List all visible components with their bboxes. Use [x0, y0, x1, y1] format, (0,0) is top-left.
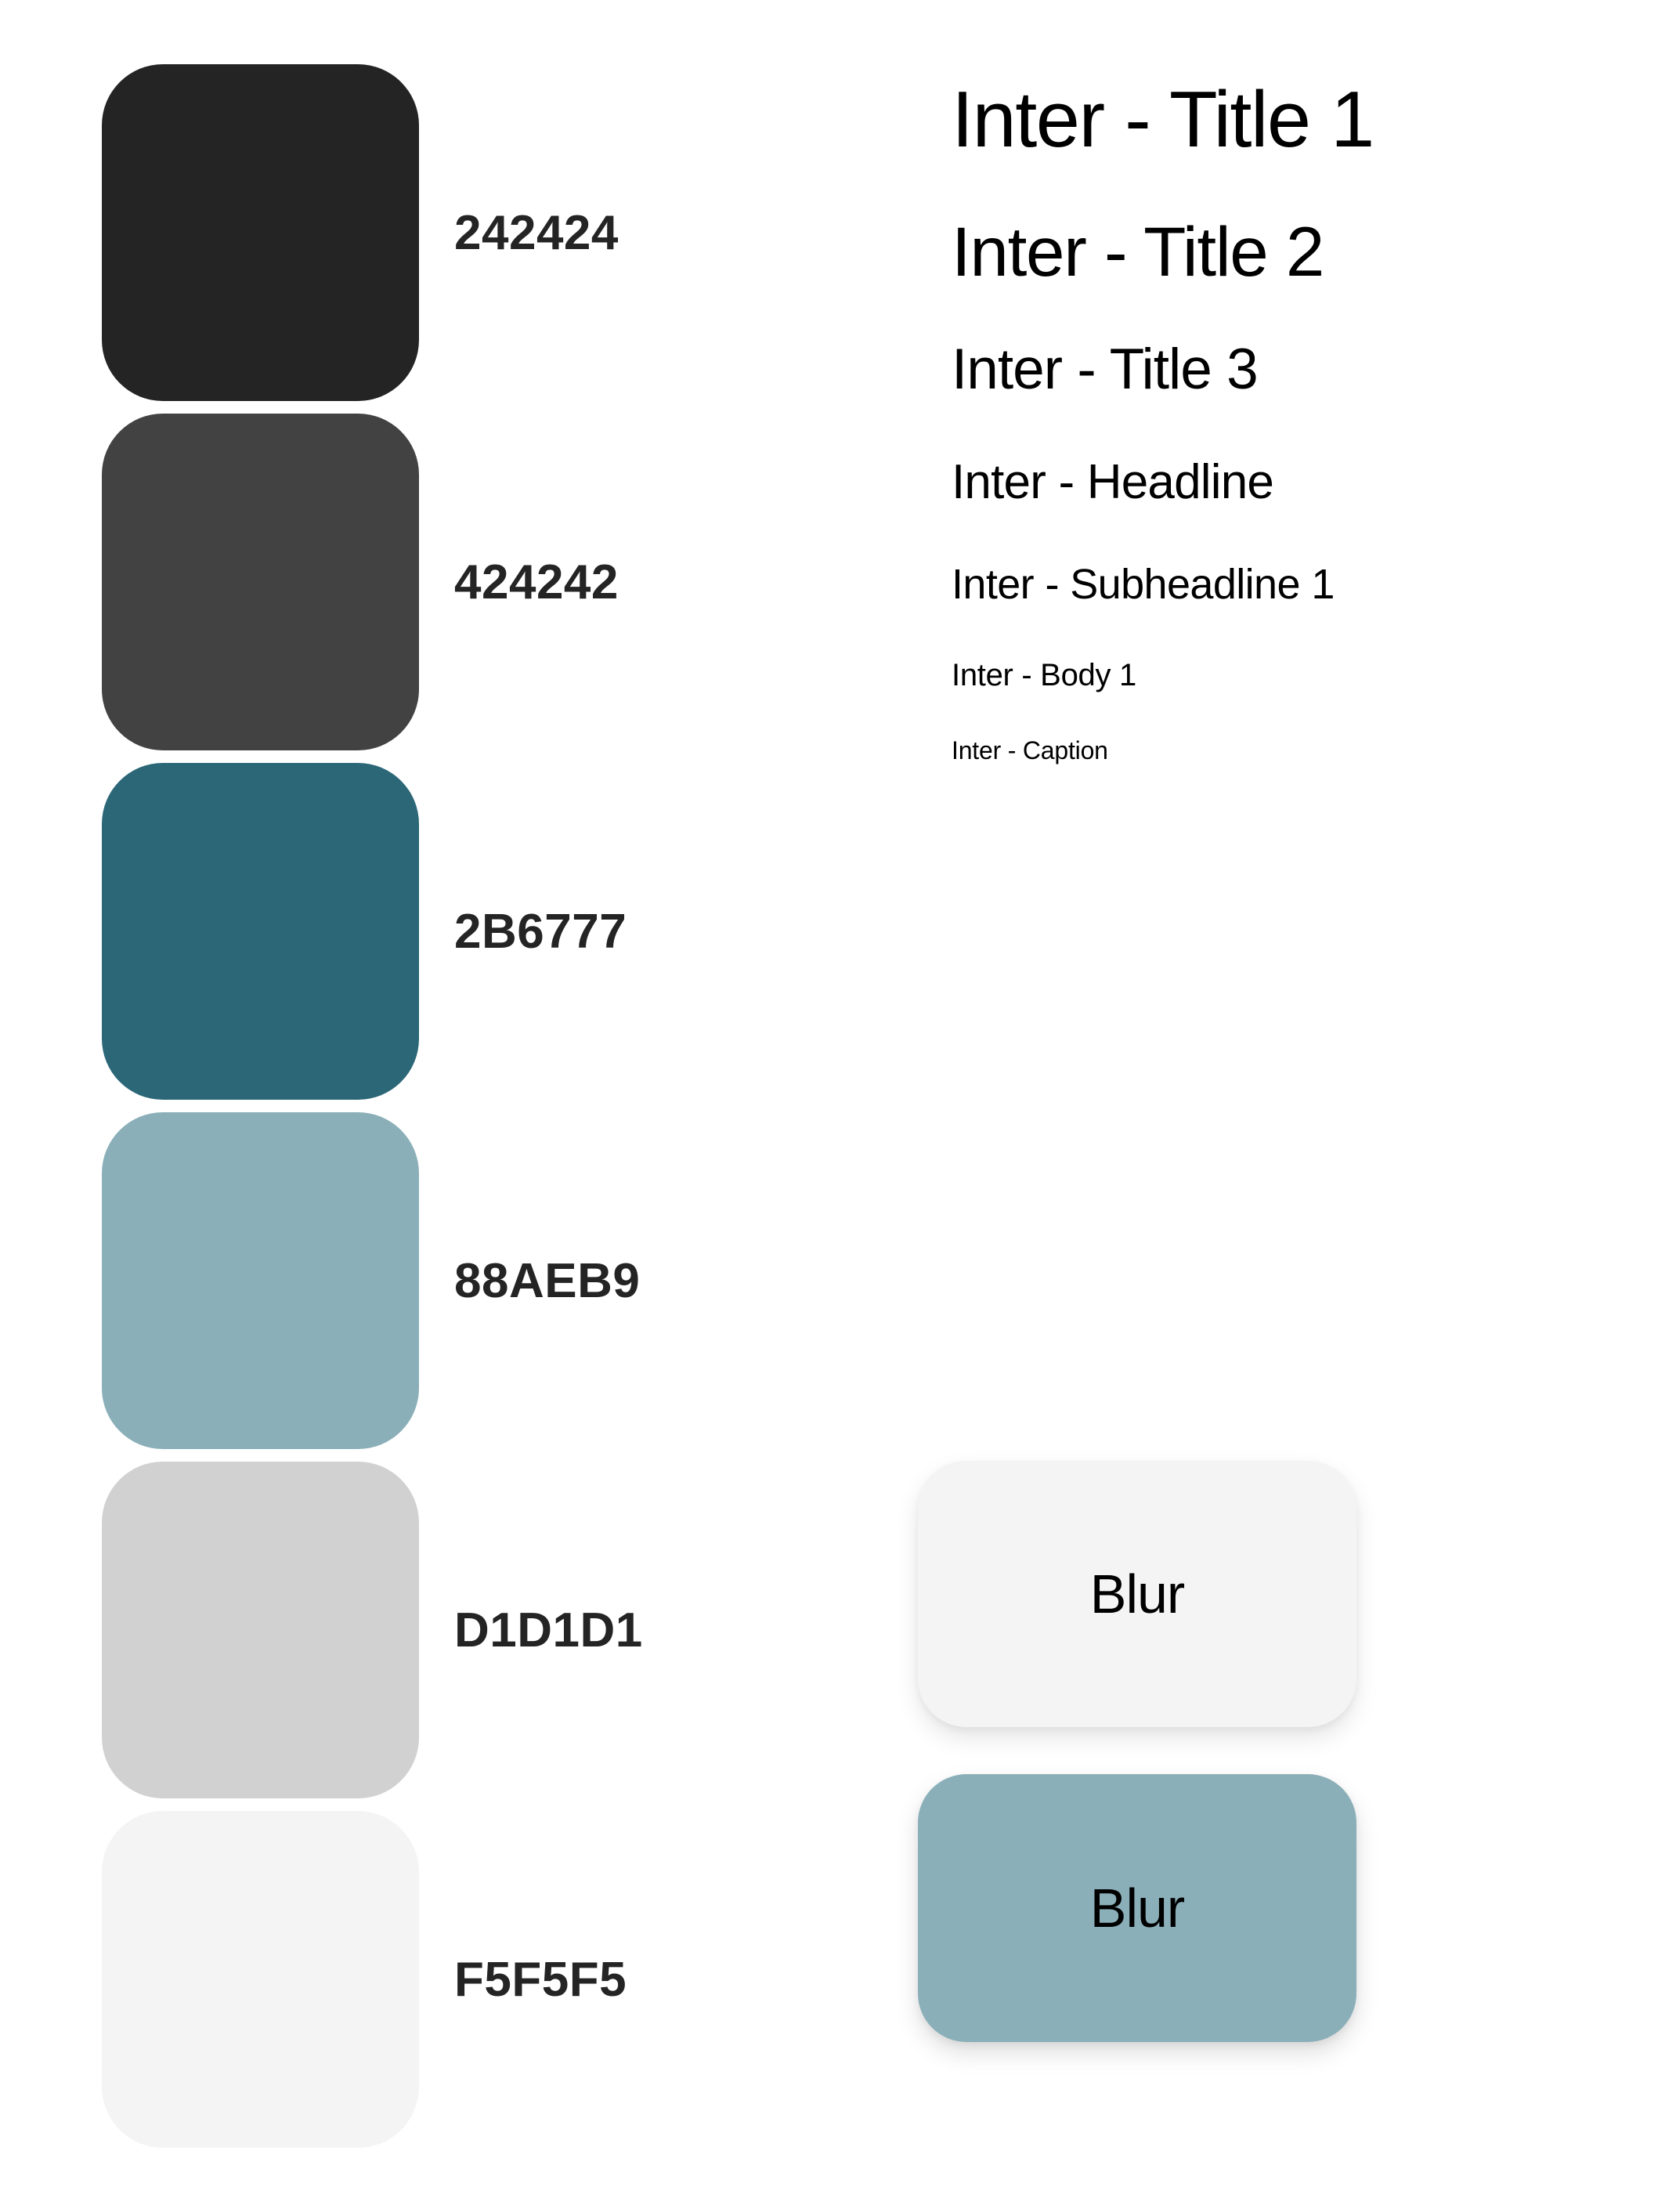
color-hex-label: 424242: [454, 555, 619, 609]
color-swatch-424242[interactable]: [102, 414, 419, 750]
color-hex-label: D1D1D1: [454, 1603, 643, 1657]
color-hex-label: 88AEB9: [454, 1253, 641, 1308]
style-guide-canvas: 242424 424242 2B6777 88AEB9 D1D1D1 F5F5F…: [0, 0, 1676, 2212]
type-sample-title-2: Inter - Title 2: [952, 212, 1324, 291]
color-hex-label: 2B6777: [454, 904, 627, 959]
typography-section: Inter - Title 1 Inter - Title 2 Inter - …: [952, 0, 1676, 940]
type-sample-title-1: Inter - Title 1: [952, 76, 1374, 164]
swatch-row[interactable]: F5F5F5: [102, 1811, 791, 2148]
color-swatch-88AEB9[interactable]: [102, 1112, 419, 1449]
type-sample-caption: Inter - Caption: [952, 736, 1108, 764]
blur-card-tinted[interactable]: Blur: [918, 1774, 1356, 2042]
color-swatch-242424[interactable]: [102, 64, 419, 401]
blur-card-label: Blur: [1089, 1563, 1185, 1625]
swatch-row[interactable]: D1D1D1: [102, 1462, 791, 1798]
blur-card-light[interactable]: Blur: [918, 1461, 1356, 1727]
color-hex-label: 242424: [454, 205, 619, 260]
swatch-row[interactable]: 88AEB9: [102, 1112, 791, 1449]
color-swatch-D1D1D1[interactable]: [102, 1462, 419, 1798]
type-sample-title-3: Inter - Title 3: [952, 338, 1259, 401]
color-hex-label: F5F5F5: [454, 1952, 627, 2007]
color-palette-section: 242424 424242 2B6777 88AEB9 D1D1D1 F5F5F…: [0, 0, 838, 2212]
type-sample-headline: Inter - Headline: [952, 455, 1274, 509]
color-swatch-F5F5F5[interactable]: [102, 1811, 419, 2148]
swatch-row[interactable]: 2B6777: [102, 763, 791, 1100]
type-sample-subheadline-1: Inter - Subheadline 1: [952, 561, 1335, 608]
blur-card-label: Blur: [1089, 1878, 1185, 1939]
color-swatch-2B6777[interactable]: [102, 763, 419, 1100]
type-sample-body-1: Inter - Body 1: [952, 658, 1136, 692]
swatch-row[interactable]: 424242: [102, 414, 791, 750]
swatch-row[interactable]: 242424: [102, 64, 791, 401]
